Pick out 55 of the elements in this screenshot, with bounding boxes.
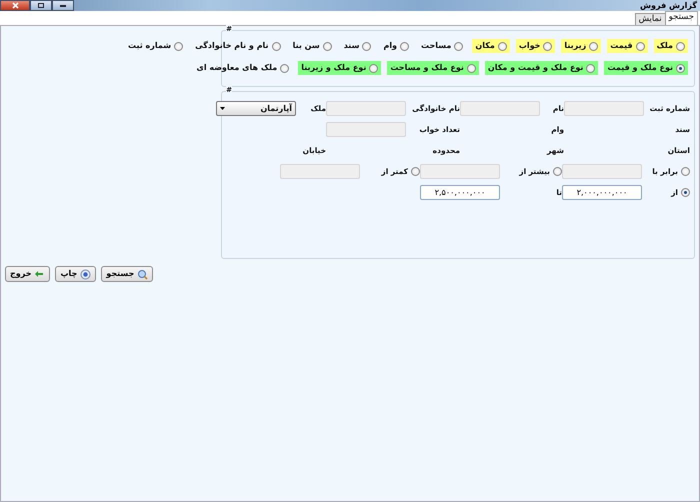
option-label: مساحت [421,40,452,52]
option-label: نوع ملک و مساحت [390,62,464,74]
radio-button[interactable] [676,64,685,72]
input-field[interactable]: ۲,۰۰۰,۰۰۰,۰۰۰ [562,185,642,200]
radio-button[interactable] [589,42,598,50]
option-label: نوع ملک و قیمت و مکان [488,62,584,74]
radio-button[interactable] [272,42,281,50]
option-label: ملک های معاوضه ای [196,62,278,74]
radio-button[interactable] [280,64,290,72]
close-icon [12,2,18,9]
option-label: قیمت [610,40,633,52]
option-label: سند [344,40,360,52]
radio-button[interactable] [586,64,596,72]
radio-button[interactable] [553,167,562,176]
option-label: ملک [656,40,673,52]
caret-icon [220,107,225,110]
input-field[interactable]: ۲,۵۰۰,۰۰۰,۰۰۰ [420,185,500,200]
arrow-icon [34,268,46,280]
minimize-icon [60,4,66,6]
option-label: نوع ملک و زیربنا [301,62,366,74]
option-label: مکان [475,40,495,52]
option-label: زیربنا [564,40,586,52]
close-button[interactable] [0,0,30,11]
search-icon [137,268,148,280]
radio-button[interactable] [681,188,690,197]
radio-button[interactable] [400,42,410,50]
radio-button[interactable] [362,42,372,50]
radio-button[interactable] [466,64,476,72]
option-label: خواب [518,40,540,52]
radio-button[interactable] [498,42,507,50]
dropdown[interactable]: آپارتمان [216,101,296,116]
radio-button[interactable] [411,167,420,176]
disc-icon [80,268,92,280]
option-label: سن بنا [292,40,320,52]
window-title: گزارش فروش [640,0,698,12]
radio-button[interactable] [322,42,332,50]
option-label: نوع ملک و قیمت [607,62,673,74]
option-label: نام و نام خانوادگی [195,40,269,52]
maximize-icon [38,3,44,8]
tab[interactable]: جستجو [664,11,698,25]
radio-button[interactable] [543,42,552,50]
radio-button[interactable] [454,42,464,50]
minimize-button[interactable] [52,0,74,11]
radio-button[interactable] [636,42,645,50]
toolbar-button[interactable]: خروج [5,266,50,282]
option-label: وام [383,40,398,52]
tab[interactable]: نمایش [634,13,666,25]
toolbar-button[interactable]: چاپ [55,266,96,282]
toolbar-button[interactable]: جستجو [101,266,154,282]
radio-button[interactable] [681,167,690,176]
radio-button[interactable] [369,64,378,72]
maximize-button[interactable] [30,0,52,11]
radio-button[interactable] [174,42,184,50]
radio-button[interactable] [676,42,685,50]
option-label: شماره ثبت [128,40,172,52]
